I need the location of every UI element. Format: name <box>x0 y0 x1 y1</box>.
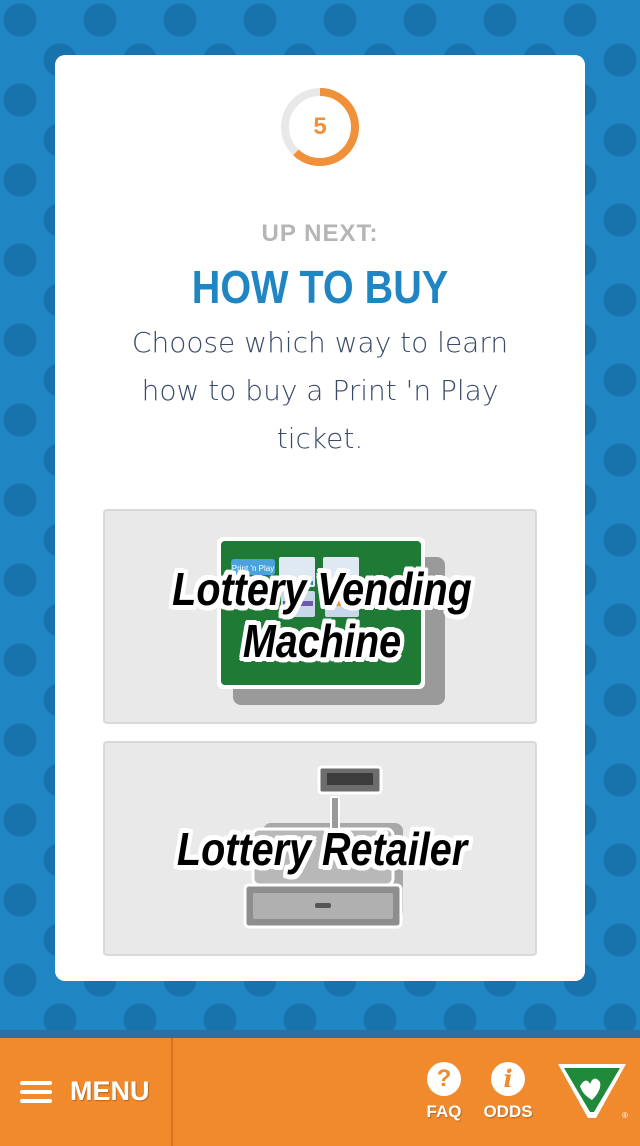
svg-text:®: ® <box>622 1111 628 1120</box>
odds-button[interactable]: i ODDS <box>478 1062 538 1132</box>
vending-label-line2: Machine <box>242 615 402 667</box>
lottery-retailer-option-button[interactable]: Lottery Retailer <box>103 741 537 956</box>
countdown-number: 5 <box>313 113 327 140</box>
up-next-card: 5 UP NEXT: HOW TO BUY Choose which way t… <box>55 55 585 981</box>
odds-label: ODDS <box>483 1102 533 1121</box>
faq-button[interactable]: ? FAQ <box>414 1062 474 1132</box>
menu-button[interactable]: MENU <box>0 1038 173 1146</box>
lottery-retailer-label: Lottery Retailer <box>176 823 468 875</box>
countdown-timer: 5 <box>280 87 360 167</box>
menu-label: MENU <box>70 1076 150 1106</box>
up-next-label: UP NEXT: <box>261 220 379 247</box>
page-title: HOW TO BUY <box>191 261 449 313</box>
description-text: Choose which way to learn how to buy a P… <box>131 326 509 455</box>
vending-machine-option-button[interactable]: Print 'n Play Lottery Vending Machine <box>103 509 537 724</box>
vending-machine-label: Lottery Vending Machine <box>135 563 508 667</box>
vending-label-line1: Lottery Vending <box>172 563 472 615</box>
info-circle-icon: i <box>491 1062 525 1096</box>
hamburger-icon <box>20 1081 52 1103</box>
question-circle-icon: ? <box>427 1062 461 1096</box>
faq-label: FAQ <box>426 1102 462 1121</box>
lottery-logo-icon[interactable]: ® <box>556 1060 628 1122</box>
bottom-nav-bar: MENU ? FAQ i ODDS ® <box>0 1030 640 1146</box>
